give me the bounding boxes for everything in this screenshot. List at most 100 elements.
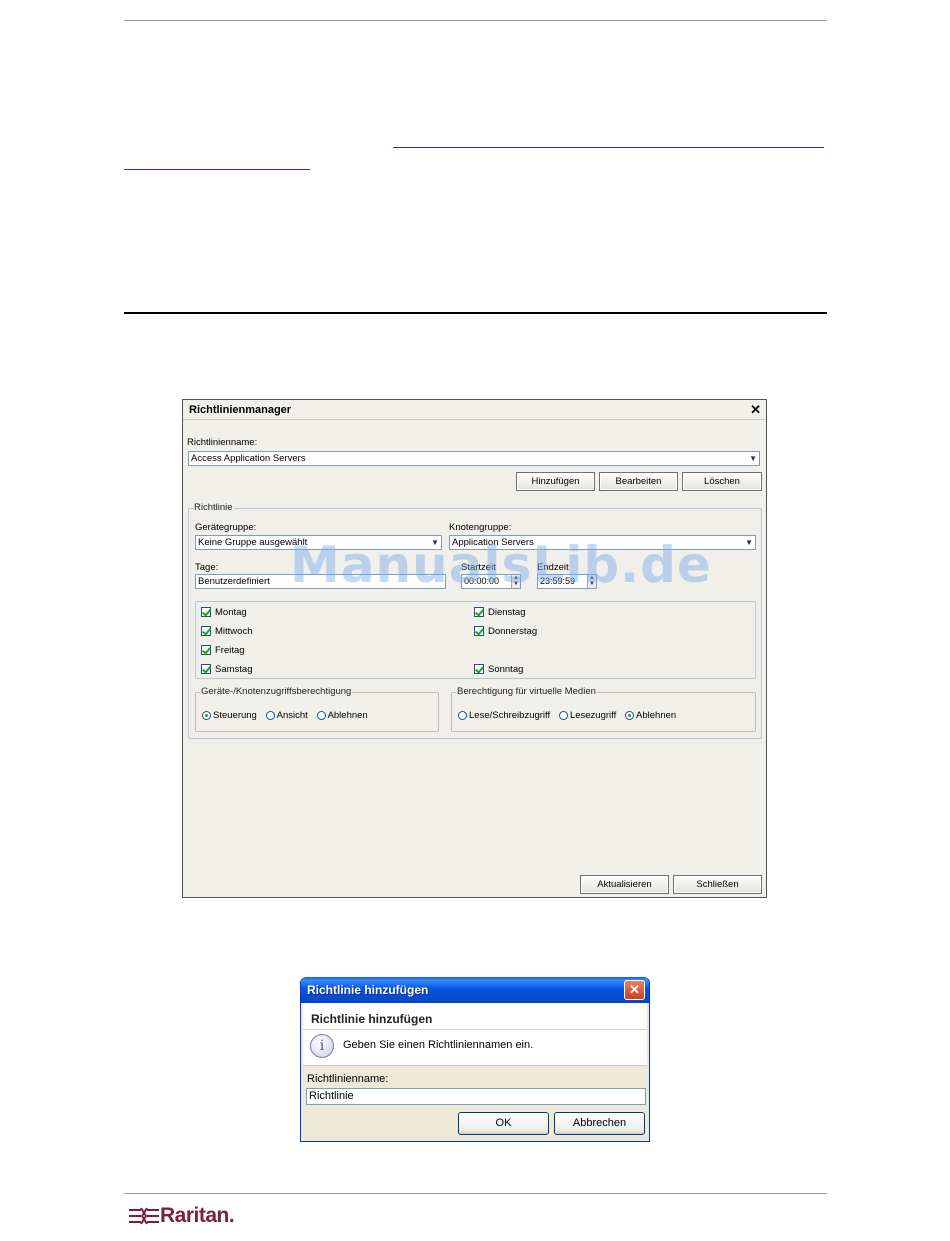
radio-read[interactable]: Lesezugriff	[558, 710, 617, 721]
radio-deny-label: Ablehnen	[327, 710, 368, 721]
edit-button[interactable]: Bearbeiten	[599, 472, 678, 491]
radio-read-write-label: Lese/Schreibzugriff	[469, 710, 551, 721]
policy-name-dropdown[interactable]: Access Application Servers ▼	[188, 451, 760, 466]
node-group-dropdown[interactable]: Application Servers ▼	[449, 535, 756, 550]
device-group-label: Gerätegruppe:	[195, 522, 257, 533]
end-time-label: Endzeit	[537, 562, 569, 573]
radio-icon	[558, 710, 568, 720]
checkbox-tuesday-label: Dienstag	[488, 607, 526, 618]
close-icon[interactable]: ✕	[624, 980, 645, 1000]
hyperlink-underline[interactable]	[393, 147, 824, 148]
radio-view-label: Ansicht	[276, 710, 308, 721]
virtual-media-group: Berechtigung für virtuelle Medien Lese/S…	[451, 686, 756, 732]
access-permission-radios: Steuerung Ansicht Ablehnen	[202, 710, 374, 721]
chevron-down-icon: ▼	[749, 454, 757, 463]
start-time-value: 00:00:00	[464, 576, 500, 586]
radio-icon	[265, 710, 275, 720]
ok-button[interactable]: OK	[458, 1112, 549, 1135]
end-time-value: 23:59:59	[540, 576, 576, 586]
days-label: Tage:	[195, 562, 219, 573]
radio-selected-icon	[202, 710, 211, 720]
add-policy-message: Geben Sie einen Richtliniennamen ein.	[343, 1039, 534, 1051]
raritan-logo-mark-icon	[129, 1207, 159, 1225]
radio-control[interactable]: Steuerung	[202, 710, 257, 721]
checkmark-icon	[474, 626, 484, 637]
virtual-media-legend: Berechtigung für virtuelle Medien	[456, 686, 597, 697]
raritan-logo-text: Raritan.	[160, 1204, 235, 1227]
policy-groupbox: Richtlinie Gerätegruppe: Keine Gruppe au…	[188, 502, 762, 739]
policy-groupbox-legend: Richtlinie	[193, 502, 234, 513]
radio-vm-deny[interactable]: Ablehnen	[625, 710, 676, 721]
radio-deny[interactable]: Ablehnen	[316, 710, 368, 721]
device-group-dropdown[interactable]: Keine Gruppe ausgewählt ▼	[195, 535, 442, 550]
spinner-arrows-icon[interactable]: ▲ ▼	[587, 575, 596, 588]
virtual-media-radios: Lese/Schreibzugriff Lesezugriff Ablehnen	[458, 710, 682, 721]
add-policy-banner: Richtlinie hinzufügen i Geben Sie einen …	[303, 1003, 647, 1066]
days-dropdown[interactable]: Benutzerdefiniert	[195, 574, 446, 589]
days-value: Benutzerdefiniert	[198, 576, 270, 587]
info-icon: i	[310, 1034, 334, 1058]
spinner-arrows-icon[interactable]: ▲ ▼	[511, 575, 520, 588]
start-time-spinner[interactable]: 00:00:00 ▲ ▼	[461, 574, 521, 589]
node-group-label: Knotengruppe:	[449, 522, 512, 533]
radio-control-label: Steuerung	[213, 710, 257, 721]
radio-icon	[458, 710, 467, 720]
policy-manager-titlebar: Richtlinienmanager ✕	[183, 400, 766, 420]
radio-read-write[interactable]: Lese/Schreibzugriff	[458, 710, 550, 721]
close-button[interactable]: Schließen	[673, 875, 762, 894]
cancel-button[interactable]: Abbrechen	[554, 1112, 645, 1135]
checkbox-thursday[interactable]: Donnerstag	[474, 626, 537, 637]
add-policy-dialog: Richtlinie hinzufügen ✕ Richtlinie hinzu…	[300, 977, 650, 1142]
checkbox-monday[interactable]: Montag	[201, 607, 247, 618]
radio-vm-deny-label: Ablehnen	[636, 710, 677, 721]
add-policy-title: Richtlinie hinzufügen	[307, 983, 429, 997]
policy-name-label: Richtlinienname:	[187, 437, 258, 448]
close-icon[interactable]: ✕	[750, 402, 761, 418]
end-time-spinner[interactable]: 23:59:59 ▲ ▼	[537, 574, 597, 589]
access-permission-legend: Geräte-/Knotenzugriffsberechtigung	[200, 686, 353, 697]
checkbox-monday-label: Montag	[215, 607, 247, 618]
policy-manager-dialog: Richtlinienmanager ✕ Richtlinienname: Ac…	[182, 399, 767, 898]
device-group-value: Keine Gruppe ausgewählt	[198, 537, 308, 548]
checkmark-icon	[201, 607, 211, 618]
checkbox-tuesday[interactable]: Dienstag	[474, 607, 526, 618]
delete-button[interactable]: Löschen	[682, 472, 762, 491]
weekday-checkbox-group: Montag Dienstag Mittwoch Donnerstag Frei…	[195, 601, 756, 679]
policy-name-value: Access Application Servers	[191, 453, 306, 464]
add-policy-titlebar: Richtlinie hinzufügen ✕	[301, 977, 649, 1003]
checkbox-wednesday[interactable]: Mittwoch	[201, 626, 252, 637]
checkbox-friday-label: Freitag	[215, 645, 245, 656]
checkmark-icon	[474, 664, 484, 675]
access-permission-group: Geräte-/Knotenzugriffsberechtigung Steue…	[195, 686, 439, 732]
policy-name-field-label: Richtlinienname:	[307, 1073, 389, 1085]
checkmark-icon	[201, 645, 211, 656]
chevron-down-icon: ▼	[745, 538, 753, 547]
checkmark-icon	[201, 626, 211, 637]
checkmark-icon	[474, 607, 484, 618]
radio-read-label: Lesezugriff	[569, 710, 617, 721]
radio-icon	[316, 710, 326, 720]
checkbox-sunday-label: Sonntag	[488, 664, 524, 675]
checkbox-friday[interactable]: Freitag	[201, 645, 245, 656]
start-time-label: Startzeit	[461, 562, 496, 573]
checkbox-saturday-label: Samstag	[215, 664, 253, 675]
checkmark-icon	[201, 664, 211, 675]
update-button[interactable]: Aktualisieren	[580, 875, 669, 894]
add-policy-heading: Richtlinie hinzufügen	[311, 1012, 433, 1026]
policy-name-input[interactable]: Richtlinie	[306, 1088, 646, 1105]
checkbox-saturday[interactable]: Samstag	[201, 664, 253, 675]
header-rule	[124, 20, 827, 21]
checkbox-sunday[interactable]: Sonntag	[474, 664, 523, 675]
chevron-down-icon: ▼	[431, 538, 439, 547]
radio-view[interactable]: Ansicht	[265, 710, 308, 721]
footer-rule	[124, 1193, 827, 1194]
banner-divider	[303, 1029, 647, 1030]
hyperlink-underline-continued[interactable]	[124, 169, 310, 170]
section-rule	[124, 312, 827, 314]
checkbox-wednesday-label: Mittwoch	[215, 626, 253, 637]
add-button[interactable]: Hinzufügen	[516, 472, 595, 491]
node-group-value: Application Servers	[452, 537, 534, 548]
checkbox-thursday-label: Donnerstag	[488, 626, 538, 637]
radio-selected-icon	[625, 710, 635, 720]
policy-manager-title: Richtlinienmanager	[189, 404, 292, 416]
